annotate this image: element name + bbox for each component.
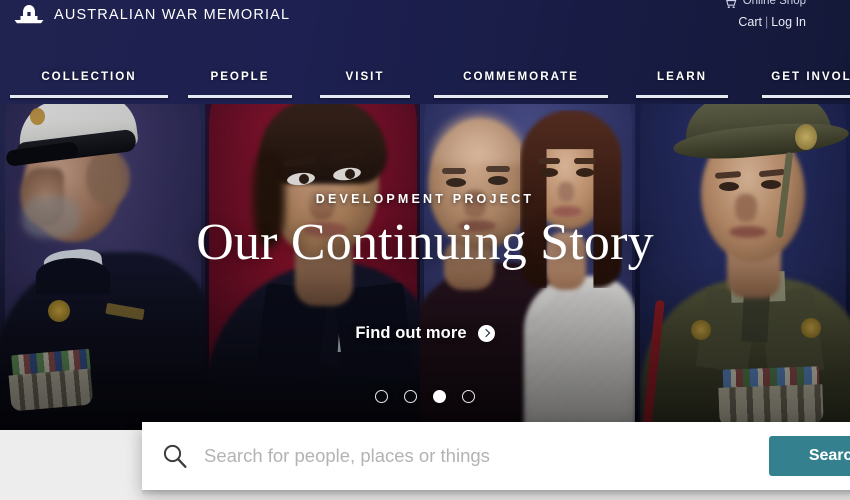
search-icon — [162, 443, 188, 469]
figure-man-nose — [464, 190, 486, 218]
figure-girl-neck — [546, 232, 586, 290]
figure-ear — [86, 150, 130, 206]
nav-item-label: GET INVOLVED — [771, 70, 850, 83]
figure-eye-left — [719, 182, 739, 191]
nav-item-label: PEOPLE — [210, 70, 270, 83]
nav-item-get-involved[interactable]: GET INVOLVED — [762, 62, 850, 104]
nav-item-collection[interactable]: COLLECTION — [10, 62, 168, 104]
nav-item-label: LEARN — [657, 70, 707, 83]
utility-separator: | — [764, 15, 769, 29]
carousel-dot[interactable] — [375, 390, 388, 404]
nav-item-commemorate[interactable]: COMMEMORATE — [434, 62, 608, 104]
carousel-dots[interactable] — [0, 388, 850, 406]
utility-nav: Online Shop Cart | Log In — [724, 0, 806, 29]
search-input[interactable] — [204, 422, 764, 490]
nav-item-label: COMMEMORATE — [463, 70, 579, 83]
figure-jacket-collar — [36, 258, 110, 294]
nav-item-label: VISIT — [345, 70, 385, 83]
figure-pupil-left — [299, 174, 309, 184]
figure-man-eyebrow-left — [442, 168, 466, 174]
figure-girl-eyebrow-right — [574, 158, 596, 164]
shopping-cart-icon — [724, 0, 737, 8]
search-panel: Search — [142, 422, 850, 490]
chevron-right-circle-icon — [477, 325, 495, 342]
figure-lips — [303, 222, 347, 237]
login-link[interactable]: Log In — [771, 15, 806, 29]
carousel-dot[interactable] — [404, 390, 417, 404]
nav-item-underline — [762, 95, 850, 98]
online-shop-link[interactable]: Online Shop — [724, 0, 806, 8]
figure-man-eyebrow-right — [486, 166, 510, 172]
nav-item-visit[interactable]: VISIT — [320, 62, 410, 104]
brand-name: AUSTRALIAN WAR MEMORIAL — [54, 7, 291, 23]
carousel-dot[interactable] — [462, 390, 475, 404]
figure-man-mouth — [458, 220, 496, 232]
nav-item-people[interactable]: PEOPLE — [188, 62, 292, 104]
page-root: DEVELOPMENT PROJECT Our Continuing Story… — [0, 0, 850, 500]
nav-item-learn[interactable]: LEARN — [636, 62, 728, 104]
figure-girl-eyebrow-left — [538, 158, 560, 164]
figure-girl-eye-right — [576, 168, 594, 177]
brand-logo-link[interactable]: AUSTRALIAN WAR MEMORIAL — [14, 4, 290, 26]
figure-girl-knit-texture — [528, 290, 628, 430]
figure-nose — [309, 186, 335, 220]
nav-item-underline — [10, 95, 168, 98]
nav-item-underline — [188, 95, 292, 98]
figure-mouth — [729, 226, 767, 238]
figure-pupil-right — [345, 169, 355, 179]
nav-item-underline — [434, 95, 608, 98]
main-navigation: COLLECTION PEOPLE VISIT COMMEMORATE LEARN GET… — [0, 62, 850, 104]
figure-insignia — [48, 300, 70, 322]
memorial-dome-icon — [14, 4, 44, 26]
nav-item-underline — [636, 95, 728, 98]
search-panel-shadow — [142, 490, 850, 496]
figure-girl-eye-left — [540, 168, 558, 177]
account-links: Cart | Log In — [724, 15, 806, 29]
figure-girl-nose — [558, 182, 574, 202]
figure-hair-side — [253, 150, 285, 246]
hero-cta[interactable]: Find out more — [0, 324, 850, 343]
figure-beard-grey — [22, 196, 80, 238]
cart-link[interactable]: Cart — [738, 15, 762, 29]
figure-cap-badge — [30, 108, 45, 125]
figure-man-eye-left — [446, 178, 466, 187]
nav-item-label: COLLECTION — [41, 70, 137, 83]
carousel-dot-active[interactable] — [433, 390, 446, 404]
figure-nose — [735, 194, 757, 222]
search-button[interactable]: Search — [769, 436, 850, 476]
hero-cta-label: Find out more — [355, 324, 467, 342]
figure-hat-badge — [795, 124, 817, 150]
online-shop-label: Online Shop — [742, 0, 806, 7]
figure-eye-right — [761, 180, 781, 189]
figure-girl-mouth — [552, 206, 582, 217]
nav-item-underline — [320, 95, 410, 98]
figure-man-eye-right — [488, 176, 508, 185]
